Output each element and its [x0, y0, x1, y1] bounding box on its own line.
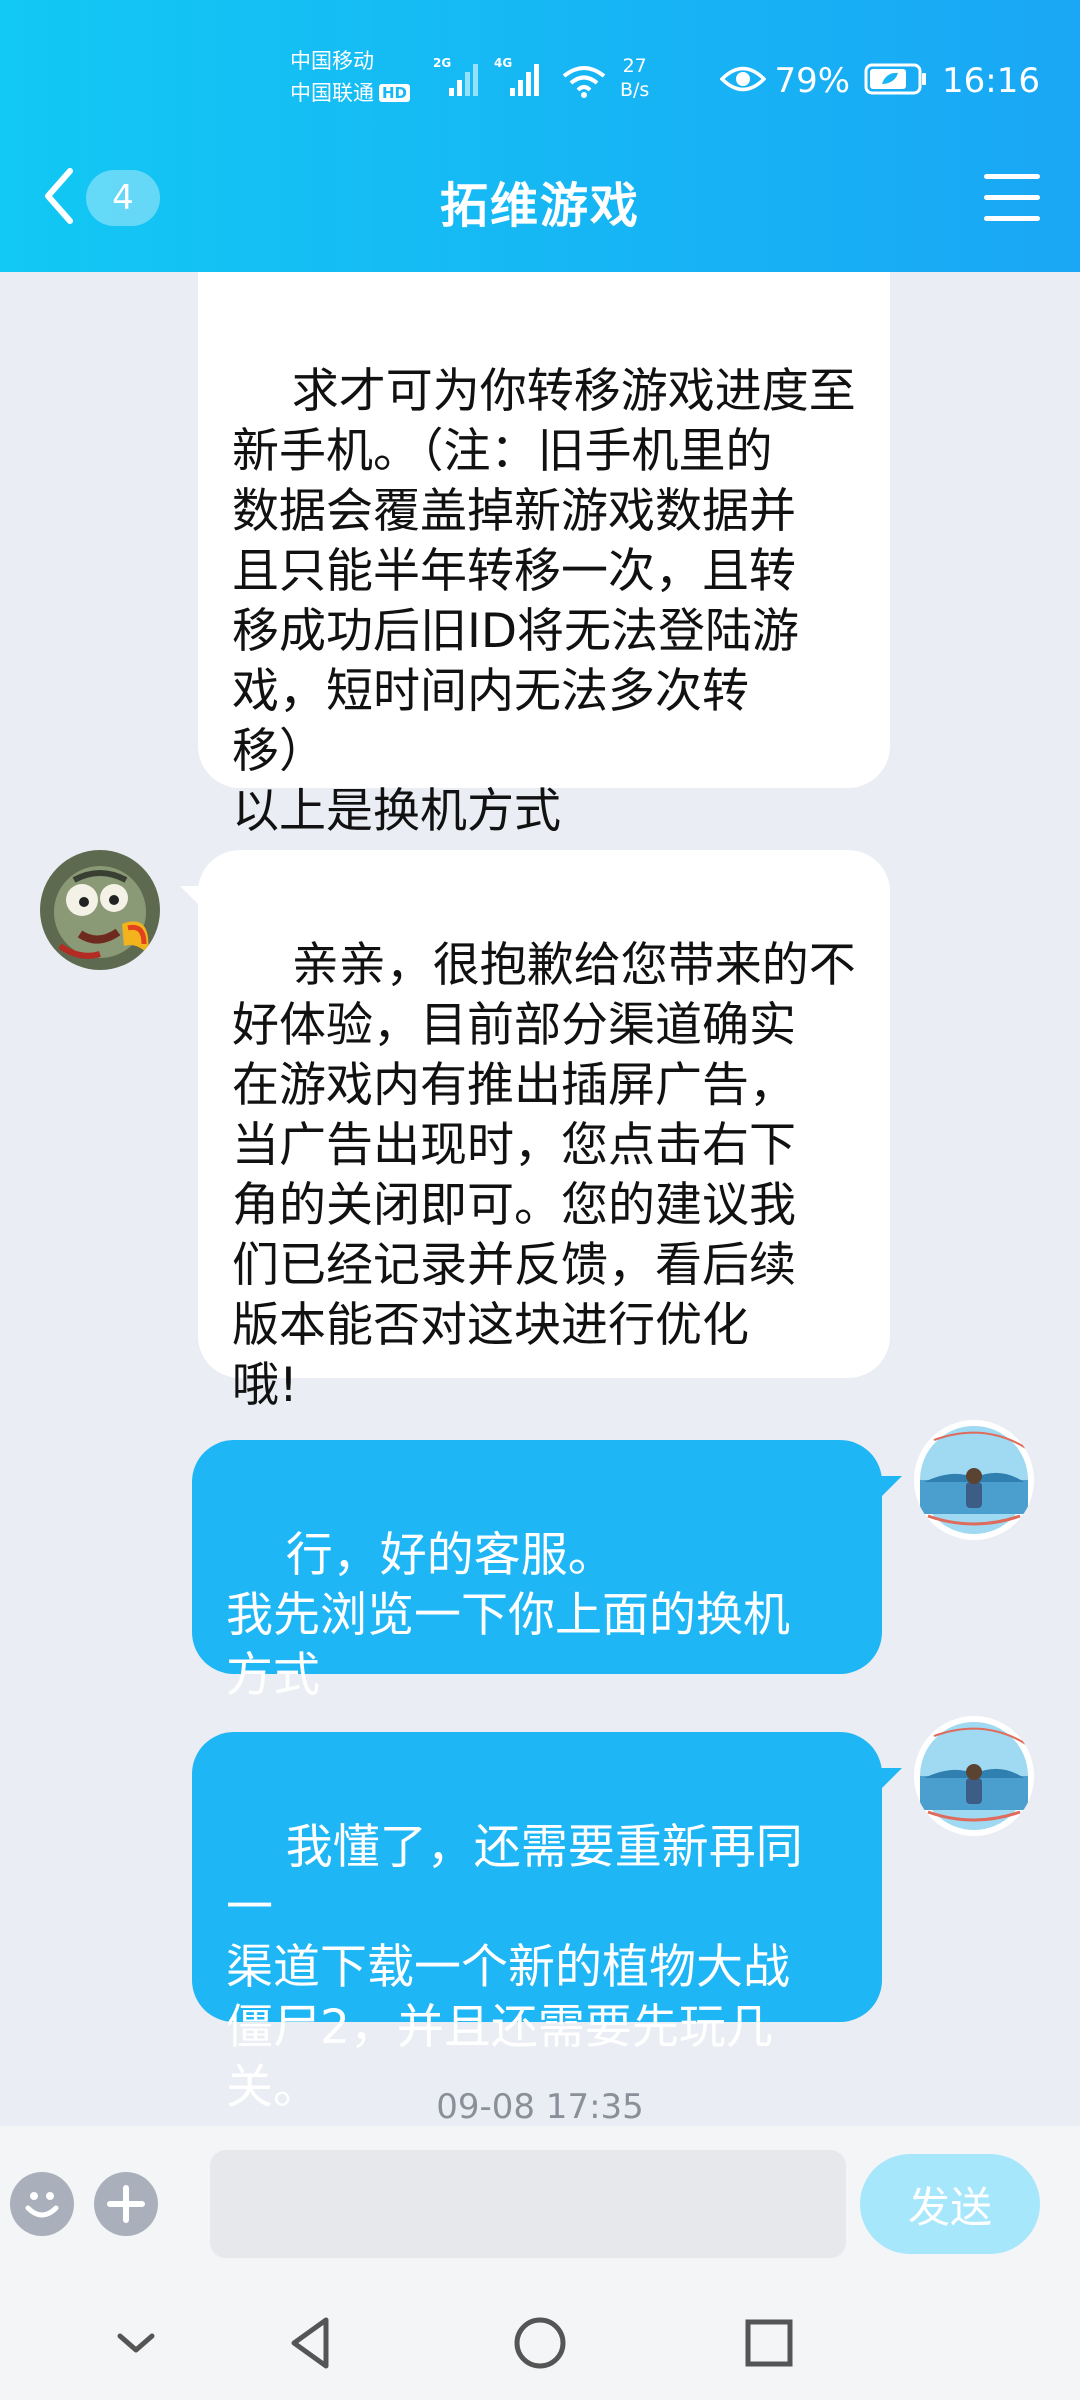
net-speed-unit: B/s: [620, 79, 650, 101]
signal-1-icon: 2G: [433, 56, 481, 100]
network-speed: 27 B/s: [620, 54, 649, 102]
message-text: 求才可为你转移游戏进度至 新手机。（注：旧手机里的 数据会覆盖掉新游戏数据并 且…: [232, 364, 856, 839]
send-button[interactable]: 发送: [860, 2154, 1040, 2254]
chat-header: 中国移动 中国联通 HD 2G 4G 27 B/s 79% 16:16 4 拓维…: [0, 0, 1080, 272]
chevron-left-icon: [42, 167, 76, 229]
emoji-icon[interactable]: [10, 2172, 74, 2236]
user-avatar[interactable]: [914, 1716, 1034, 1836]
menu-icon-line: [984, 195, 1040, 200]
status-bar-right: 79% 16:16: [719, 50, 1040, 112]
wifi-icon: [562, 64, 606, 98]
chat-message-list[interactable]: 求才可为你转移游戏进度至 新手机。（注：旧手机里的 数据会覆盖掉新游戏数据并 且…: [0, 272, 1080, 2126]
message-text: 我懂了，还需要重新再同一 渠道下载一个新的植物大战 僵尸2，并且还需要先玩几 关…: [226, 1820, 803, 2115]
hd-badge: HD: [379, 84, 411, 102]
message-text: 行，好的客服。 我先浏览一下你上面的换机 方式: [226, 1528, 790, 1703]
message-input[interactable]: [210, 2150, 846, 2258]
eye-icon: [719, 64, 767, 98]
carrier-1-label: 中国移动: [290, 49, 374, 73]
message-input-bar: 发送: [0, 2126, 1080, 2286]
system-navigation-bar: [0, 2286, 1080, 2400]
clock: 16:16: [942, 61, 1040, 101]
message-bubble-incoming[interactable]: 亲亲，很抱歉给您带来的不 好体验，目前部分渠道确实 在游戏内有推出插屏广告， 当…: [198, 850, 890, 1413]
bubble-tail: [880, 1476, 902, 1498]
message-text: 亲亲，很抱歉给您带来的不 好体验，目前部分渠道确实 在游戏内有推出插屏广告， 当…: [232, 938, 856, 1413]
battery-icon: [864, 62, 928, 100]
menu-button[interactable]: [980, 170, 1044, 226]
signal-2-icon: 4G: [494, 56, 542, 100]
nav-collapse-button[interactable]: [96, 2308, 176, 2378]
plus-icon[interactable]: [94, 2172, 158, 2236]
chat-title: 拓维游戏: [439, 178, 640, 234]
battery-percentage: 79%: [774, 61, 851, 101]
net-speed-value: 27: [622, 55, 647, 77]
menu-icon-line: [984, 174, 1040, 179]
bubble-tail: [880, 1768, 902, 1790]
message-bubble-outgoing[interactable]: 我懂了，还需要重新再同一 渠道下载一个新的植物大战 僵尸2，并且还需要先玩几 关…: [192, 1732, 882, 2115]
nav-home-button[interactable]: [500, 2308, 580, 2378]
menu-icon-line: [984, 216, 1040, 221]
carrier-2: 中国联通 HD: [290, 80, 411, 106]
service-avatar[interactable]: [40, 850, 160, 970]
carrier-2-label: 中国联通: [290, 81, 374, 105]
message-bubble-incoming[interactable]: 求才可为你转移游戏进度至 新手机。（注：旧手机里的 数据会覆盖掉新游戏数据并 且…: [198, 272, 890, 839]
nav-back-button[interactable]: [270, 2308, 350, 2378]
message-timestamp: 09-08 17:35: [436, 2087, 644, 2126]
message-bubble-outgoing[interactable]: 行，好的客服。 我先浏览一下你上面的换机 方式: [192, 1440, 882, 1703]
back-button[interactable]: 4: [42, 160, 172, 236]
user-avatar[interactable]: [914, 1420, 1034, 1540]
unread-count-badge: 4: [86, 170, 160, 226]
nav-recents-button[interactable]: [728, 2308, 808, 2378]
carrier-1: 中国移动: [290, 48, 374, 74]
status-bar-left: 中国移动 中国联通 HD 2G 4G 27 B/s: [290, 46, 670, 116]
